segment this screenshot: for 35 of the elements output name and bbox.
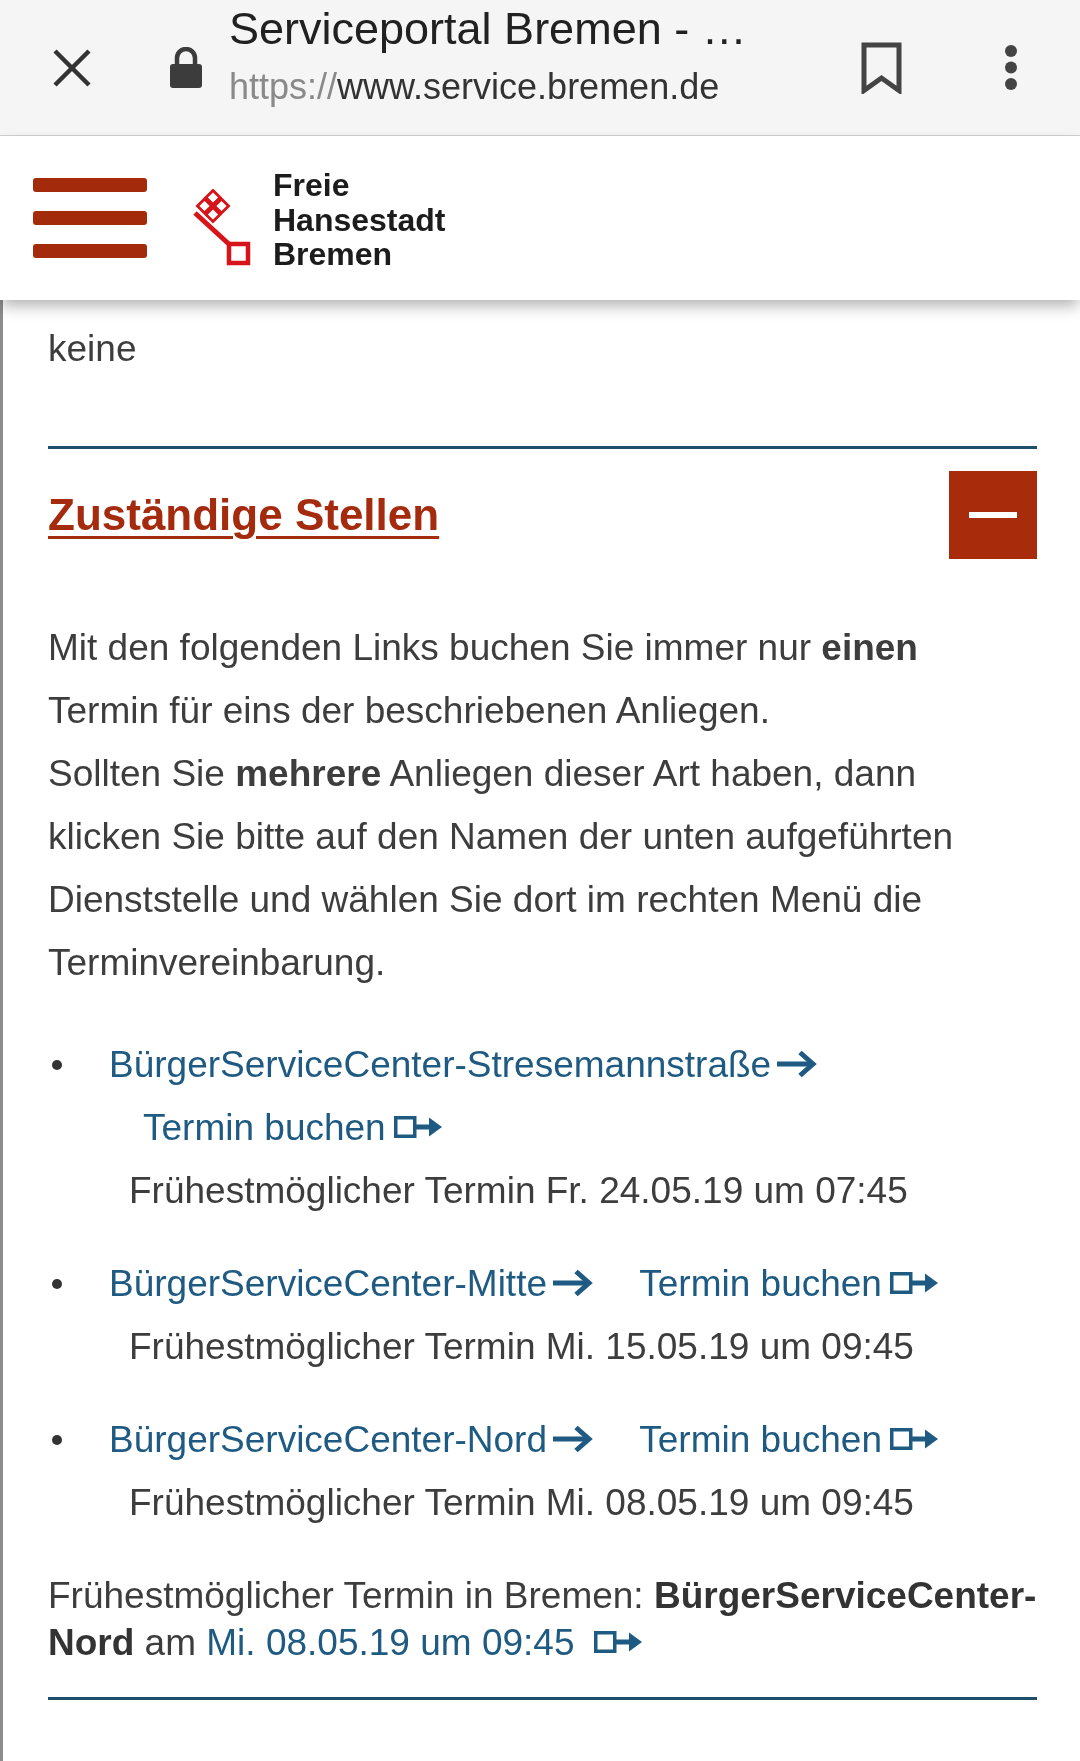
earliest-appointment-text: Frühestmöglicher Termin Mi. 15.05.19 um 09:45 [129,1325,914,1369]
body-text: Sollten Sie mehrere Anliegen dieser Art haben, dann klicken Sie bitte auf den Namen der unten aufgeführten Dienststelle und wählen Sie dort im rechten Menü die Terminvereinbarung. [48,752,955,985]
bullet-icon [52,1434,62,1445]
appointment-link[interactable]: Mi. 08.05.19 um 09:45 [206,1622,643,1663]
logo-text: Freie Hansestadt Bremen [273,168,446,272]
bullet-icon [52,1059,62,1070]
key-logo-icon [191,189,251,267]
external-link-icon [594,1631,643,1654]
booking-link[interactable]: Termin buchen [639,1419,938,1460]
earliest-appointment-text: Frühestmöglicher Termin Mi. 08.05.19 um 09:45 [129,1481,914,1525]
hamburger-menu-icon[interactable] [33,178,147,258]
booking-link[interactable]: Termin buchen [639,1263,938,1304]
location-link[interactable]: BürgerServiceCenter-Stresemannstraße [109,1044,820,1085]
body-text: keine [48,327,138,371]
minus-icon [969,512,1017,518]
lock-icon[interactable] [170,47,202,88]
close-icon[interactable] [52,47,92,88]
earliest-appointment-text: Frühestmöglicher Termin Fr. 24.05.19 um 07:45 [129,1169,908,1213]
location-link[interactable]: BürgerServiceCenter-Mitte [109,1263,595,1304]
bullet-icon [52,1278,62,1289]
menu-icon[interactable] [1005,45,1017,90]
arrow-right-icon [551,1268,595,1299]
url-text: https://www.service.bremen.de [229,65,720,109]
body-text: Mit den folgenden Links buchen Sie immer nur einen Termin für eins der beschriebenen Anliegen. [48,626,919,733]
summary-text: Frühestmöglicher Termin in Bremen: BürgerServiceCenter-Nord am Mi. 08.05.19 um 09:45 [48,1574,1037,1665]
arrow-right-icon [551,1424,595,1455]
section-title-link[interactable]: Zuständige Stellen [48,487,440,543]
external-link-icon [393,1116,442,1139]
external-link-icon [890,1428,938,1451]
location-link[interactable]: BürgerServiceCenter-Nord [109,1419,595,1460]
page-title: Serviceportal Bremen - … [229,4,747,54]
bookmark-icon[interactable] [861,41,902,94]
booking-link[interactable]: Termin buchen [143,1107,442,1148]
external-link-icon [889,1272,938,1295]
toggle-button[interactable] [949,471,1037,559]
